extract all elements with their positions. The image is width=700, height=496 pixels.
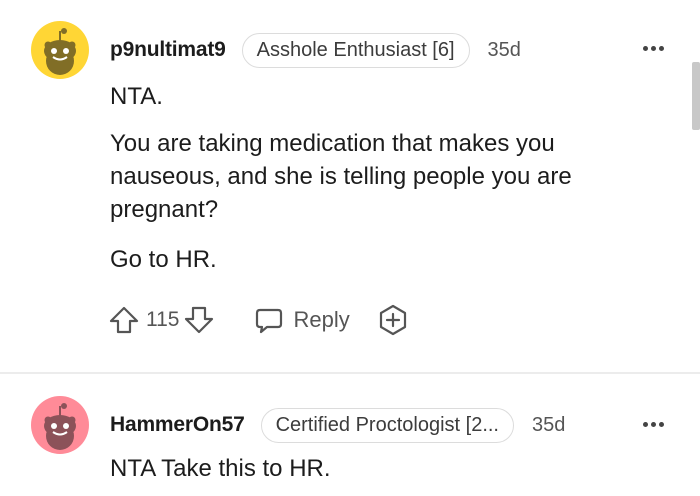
- avatar[interactable]: [31, 396, 89, 454]
- comment-age[interactable]: 35d: [488, 39, 521, 62]
- comment: HammerOn57 Certified Proctologist [2... …: [0, 374, 700, 496]
- comment-header: HammerOn57 Certified Proctologist [2... …: [110, 407, 565, 443]
- avatar[interactable]: [31, 21, 89, 79]
- comment-actions: 115 Reply: [108, 300, 410, 340]
- reply-button[interactable]: Reply: [253, 304, 350, 336]
- reply-label: Reply: [293, 307, 350, 332]
- more-options-icon[interactable]: [643, 422, 664, 427]
- user-flair: Asshole Enthusiast [6]: [241, 32, 470, 68]
- comment-text: NTA Take this to HR.: [110, 455, 331, 482]
- comment-text: NTA.: [110, 83, 163, 110]
- reply-icon: [253, 304, 285, 336]
- username[interactable]: HammerOn57: [110, 413, 245, 437]
- dot: [651, 422, 656, 427]
- comment-age[interactable]: 35d: [532, 414, 565, 437]
- dot: [643, 422, 648, 427]
- more-options-icon[interactable]: [643, 46, 664, 51]
- comment-header: p9nultimat9 Asshole Enthusiast [6] 35d: [110, 32, 521, 68]
- username[interactable]: p9nultimat9: [110, 38, 226, 62]
- dot: [651, 46, 656, 51]
- dot: [659, 46, 664, 51]
- award-icon[interactable]: [376, 303, 410, 337]
- comment-text: Go to HR.: [110, 246, 217, 273]
- downvote-icon[interactable]: [183, 304, 215, 336]
- comment: p9nultimat9 Asshole Enthusiast [6] 35d N…: [0, 0, 700, 372]
- scrollbar[interactable]: [692, 62, 700, 130]
- comment-text: You are taking medication that makes you…: [110, 130, 572, 223]
- upvote-icon[interactable]: [108, 304, 140, 336]
- vote-score: 115: [146, 308, 180, 331]
- dot: [659, 422, 664, 427]
- user-flair: Certified Proctologist [2...: [260, 407, 514, 443]
- dot: [643, 46, 648, 51]
